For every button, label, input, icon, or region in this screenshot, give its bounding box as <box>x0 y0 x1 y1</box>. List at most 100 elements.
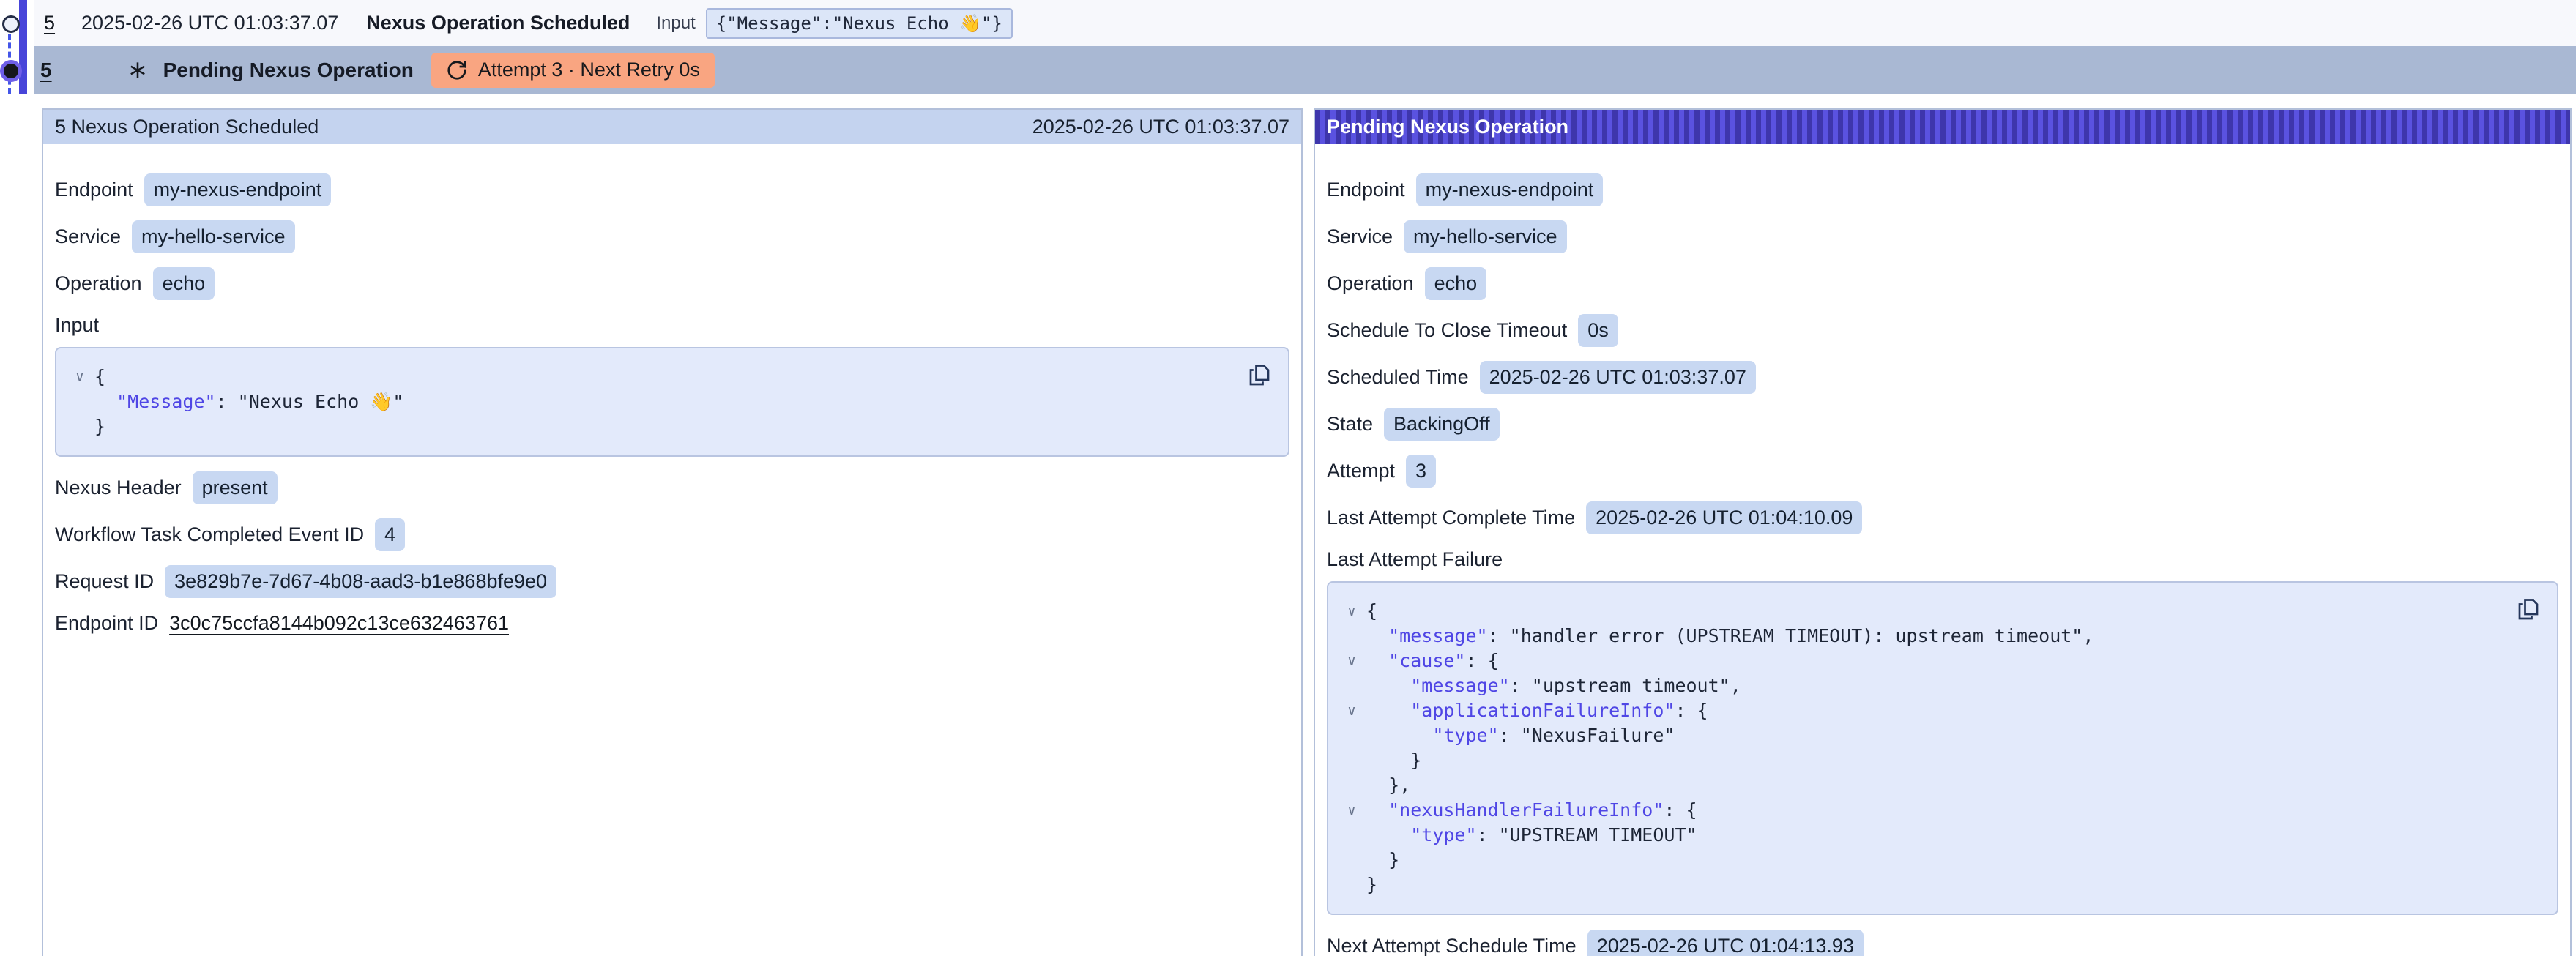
event-id-link[interactable]: 5 <box>44 12 55 34</box>
field-label: Workflow Task Completed Event ID <box>55 523 364 546</box>
field-label: Next Attempt Schedule Time <box>1327 935 1577 956</box>
detail-field-row: Endpoint my-nexus-endpoint <box>55 173 1289 206</box>
gutter-spacer <box>1337 773 1366 798</box>
pending-panel-body: Endpoint my-nexus-endpoint Service my-hello… <box>1315 144 2570 956</box>
json-text: } <box>1366 848 1399 873</box>
json-text: "applicationFailureInfo": { <box>1366 698 1708 723</box>
collapse-chevron-icon[interactable]: ∨ <box>1337 649 1366 673</box>
event-timestamp: 2025-02-26 UTC 01:03:37.07 <box>81 12 338 34</box>
gutter-spacer <box>1337 624 1366 649</box>
field-label: Request ID <box>55 570 154 593</box>
scheduled-fields-bottom: Nexus Headerpresent Workflow Task Complet… <box>55 471 1289 635</box>
detail-field-row: Nexus Headerpresent <box>55 471 1289 504</box>
copy-button[interactable] <box>1246 362 1273 389</box>
field-value-badge: 4 <box>375 518 405 551</box>
event-detail-panels: 5 Nexus Operation Scheduled 2025-02-26 U… <box>42 108 2572 956</box>
pending-operation-title: Pending Nexus Operation <box>163 59 414 82</box>
attempt-retry-badge: Attempt 3 · Next Retry 0s <box>431 53 715 88</box>
gutter-spacer <box>1337 748 1366 773</box>
detail-field-row: Service my-hello-service <box>55 220 1289 253</box>
detail-field-row: Workflow Task Completed Event ID 4 <box>55 518 1289 551</box>
collapse-chevron-icon[interactable]: ∨ <box>1337 698 1366 723</box>
event-row-pending-nexus-operation[interactable]: 5 Pending Nexus Operation Attempt 3 · Ne… <box>34 46 2576 94</box>
failure-json-viewer: ∨{ "message": "handler error (UPSTREAM_T… <box>1327 581 2558 915</box>
json-text: } <box>94 414 105 439</box>
event-history-detail-page: 5 2025-02-26 UTC 01:03:37.07 Nexus Opera… <box>0 0 2576 956</box>
pending-panel-header: Pending Nexus Operation <box>1315 110 2570 144</box>
gutter-spacer <box>1337 673 1366 698</box>
detail-field-row: Endpoint my-nexus-endpoint <box>1327 173 2558 206</box>
json-text: }, <box>1366 773 1410 798</box>
event-title: Nexus Operation Scheduled <box>366 12 630 34</box>
json-line: } <box>1337 748 2506 773</box>
json-text: { <box>1366 599 1377 624</box>
json-text: "type": "UPSTREAM_TIMEOUT" <box>1366 823 1697 848</box>
collapse-chevron-icon[interactable]: ∨ <box>1337 599 1366 624</box>
input-json-viewer: ∨{ "Message": "Nexus Echo 👋"} <box>55 347 1289 457</box>
scheduled-panel-body: Endpoint my-nexus-endpoint Service my-hello… <box>43 144 1301 663</box>
field-label: Operation <box>55 272 142 295</box>
field-label: Service <box>55 225 121 248</box>
field-value-link[interactable]: 3c0c75ccfa8144b092c13ce632463761 <box>169 612 509 635</box>
failure-json-lines: ∨{ "message": "handler error (UPSTREAM_T… <box>1337 599 2506 897</box>
copy-icon <box>2515 597 2542 623</box>
json-line: "message": "handler error (UPSTREAM_TIME… <box>1337 624 2506 649</box>
field-value-badge: 3 <box>1406 455 1436 488</box>
field-value-badge: 3e829b7e-7d67-4b08-aad3-b1e868bfe9e0 <box>165 565 556 598</box>
scheduled-panel-title: 5 Nexus Operation Scheduled <box>55 116 319 138</box>
field-value-badge: 2025-02-26 UTC 01:04:13.93 <box>1587 930 1864 956</box>
copy-icon <box>1246 362 1273 389</box>
json-line: } <box>65 414 1237 439</box>
field-value-badge: present <box>193 471 278 504</box>
detail-field-row: Scheduled Time 2025-02-26 UTC 01:03:37.07 <box>1327 361 2558 394</box>
json-line: "type": "NexusFailure" <box>1337 723 2506 748</box>
field-value-badge: my-nexus-endpoint <box>144 173 332 206</box>
gutter-spacer <box>65 414 94 439</box>
json-text: "type": "NexusFailure" <box>1366 723 1675 748</box>
copy-button[interactable] <box>2514 596 2542 624</box>
json-text: "cause": { <box>1366 649 1499 673</box>
json-line: }, <box>1337 773 2506 798</box>
detail-field-row: Operation echo <box>1327 267 2558 300</box>
json-line: } <box>1337 848 2506 873</box>
field-value-badge: 2025-02-26 UTC 01:04:10.09 <box>1586 501 1862 534</box>
timeline-filled-circle-icon <box>4 64 18 78</box>
detail-field-row: Schedule To Close Timeout0s <box>1327 314 2558 347</box>
gutter-spacer <box>1337 848 1366 873</box>
field-label: Endpoint <box>1327 179 1405 201</box>
timeline-open-circle-icon <box>2 15 20 33</box>
panel-pending-nexus-operation: Pending Nexus Operation Endpoint my-nexus… <box>1314 108 2572 956</box>
panel-nexus-operation-scheduled: 5 Nexus Operation Scheduled 2025-02-26 U… <box>42 108 1303 956</box>
field-label: Service <box>1327 225 1393 248</box>
event-row-nexus-operation-scheduled[interactable]: 5 2025-02-26 UTC 01:03:37.07 Nexus Opera… <box>34 0 2576 46</box>
gutter-spacer <box>1337 873 1366 897</box>
scheduled-fields-top: Endpoint my-nexus-endpoint Service my-hello… <box>55 173 1289 300</box>
field-label: Endpoint ID <box>55 612 158 635</box>
json-line: ∨ "nexusHandlerFailureInfo": { <box>1337 798 2506 823</box>
field-label: Scheduled Time <box>1327 366 1469 389</box>
field-value-badge: my-hello-service <box>1404 220 1567 253</box>
detail-field-row: Endpoint ID 3c0c75ccfa8144b092c13ce632463… <box>55 612 1289 635</box>
input-preview-chip: {"Message":"Nexus Echo 👋"} <box>706 8 1013 39</box>
event-id-link[interactable]: 5 <box>40 59 52 82</box>
gutter-spacer <box>65 389 94 414</box>
field-value-badge: BackingOff <box>1384 408 1500 441</box>
collapse-chevron-icon[interactable]: ∨ <box>1337 798 1366 823</box>
collapse-chevron-icon[interactable]: ∨ <box>65 365 94 389</box>
json-text: "nexusHandlerFailureInfo": { <box>1366 798 1697 823</box>
json-text: } <box>1366 873 1377 897</box>
field-label: Endpoint <box>55 179 133 201</box>
field-value-badge: my-hello-service <box>132 220 295 253</box>
field-value-badge: my-nexus-endpoint <box>1416 173 1604 206</box>
input-preview-label: Input <box>656 13 695 34</box>
field-value-badge: 2025-02-26 UTC 01:03:37.07 <box>1480 361 1756 394</box>
json-line: ∨{ <box>1337 599 2506 624</box>
field-value-badge: echo <box>1425 267 1487 300</box>
field-label: Attempt <box>1327 460 1395 482</box>
scheduled-panel-timestamp: 2025-02-26 UTC 01:03:37.07 <box>1032 116 1289 138</box>
field-label: Operation <box>1327 272 1414 295</box>
detail-field-row: Request ID 3e829b7e-7d67-4b08-aad3-b1e868… <box>55 565 1289 598</box>
json-line: ∨ "cause": { <box>1337 649 2506 673</box>
json-line: ∨{ <box>65 365 1237 389</box>
pending-fields-top: Endpoint my-nexus-endpoint Service my-hello… <box>1327 173 2558 534</box>
